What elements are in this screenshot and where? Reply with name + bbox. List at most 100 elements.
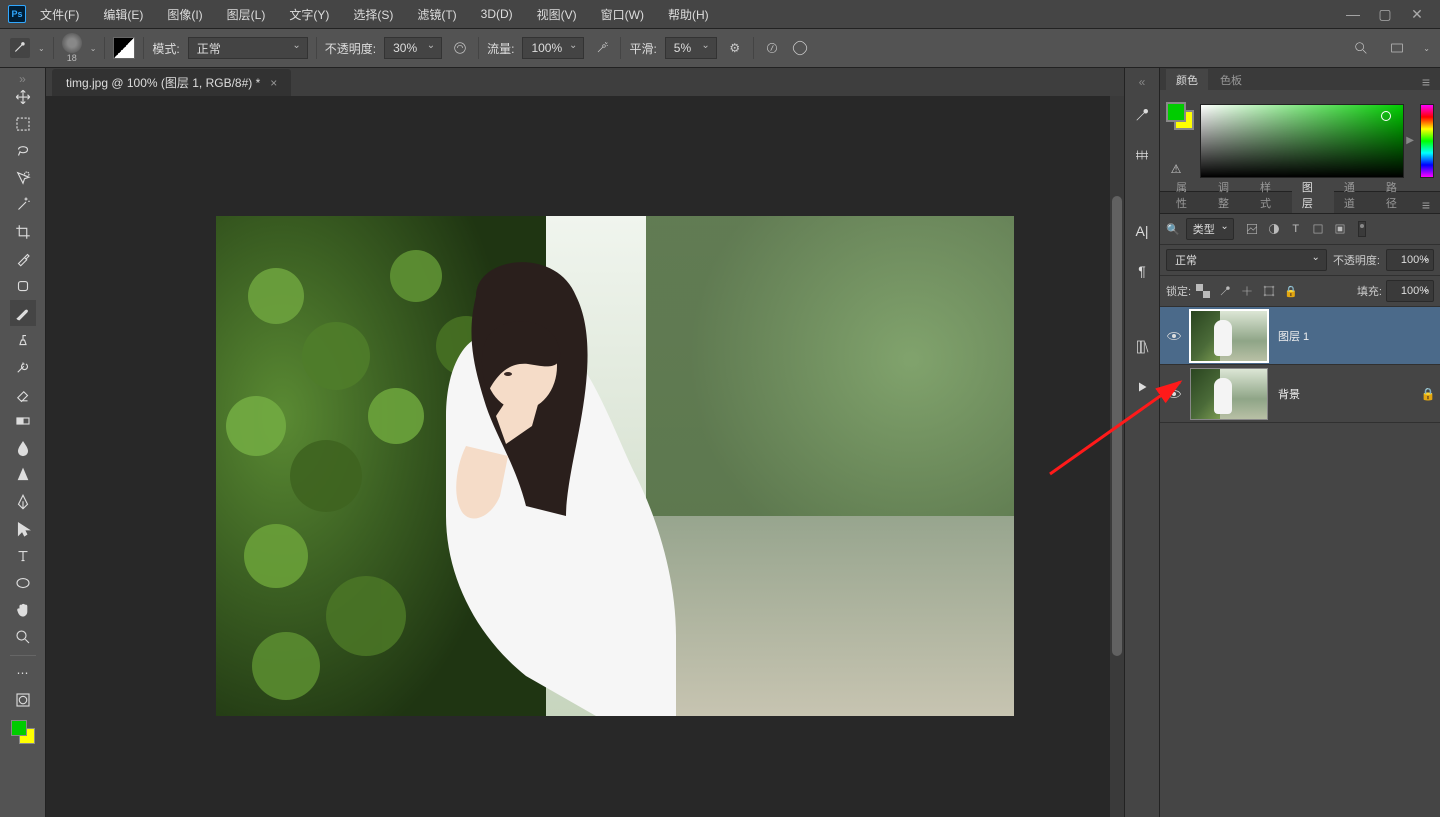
- lock-artboard-icon[interactable]: [1261, 283, 1277, 299]
- menu-filter[interactable]: 滤镜(T): [407, 2, 466, 27]
- blend-mode-select[interactable]: 正常: [188, 37, 308, 59]
- shape-tool[interactable]: [10, 570, 36, 596]
- brush-preview-button[interactable]: 18: [62, 33, 82, 63]
- crop-tool[interactable]: [10, 219, 36, 245]
- screen-mode-caret-icon[interactable]: ⌄: [1423, 44, 1430, 53]
- menu-3d[interactable]: 3D(D): [471, 3, 523, 25]
- panel-fg-swatch[interactable]: [1166, 102, 1186, 122]
- menu-view[interactable]: 视图(V): [527, 2, 587, 27]
- menu-window[interactable]: 窗口(W): [591, 2, 654, 27]
- character-panel-icon[interactable]: A|: [1131, 220, 1153, 242]
- airbrush-icon[interactable]: [592, 38, 612, 58]
- filter-shape-icon[interactable]: [1310, 221, 1326, 237]
- layer-filter-toggle[interactable]: [1358, 221, 1366, 237]
- document-canvas[interactable]: [216, 216, 1014, 716]
- brushes-panel-icon[interactable]: [1131, 144, 1153, 166]
- pressure-size-icon[interactable]: [762, 38, 782, 58]
- fg-bg-color-swatches[interactable]: [11, 720, 35, 744]
- zoom-tool[interactable]: [10, 624, 36, 650]
- gamut-warning-icon[interactable]: ⚠: [1168, 162, 1184, 176]
- layer-name[interactable]: 背景: [1270, 386, 1416, 402]
- panel-strip-handle[interactable]: «: [1125, 78, 1159, 86]
- symmetry-icon[interactable]: [790, 38, 810, 58]
- flow-input[interactable]: 100%: [522, 37, 584, 59]
- menu-edit[interactable]: 编辑(E): [93, 2, 153, 27]
- move-tool[interactable]: [10, 84, 36, 110]
- document-tab-close-icon[interactable]: ×: [270, 76, 277, 90]
- maximize-button[interactable]: ▢: [1378, 7, 1392, 21]
- color-fg-bg-swatches[interactable]: [1166, 102, 1194, 130]
- search-icon[interactable]: [1351, 38, 1371, 58]
- filter-pixel-icon[interactable]: [1244, 221, 1260, 237]
- quick-mask-button[interactable]: [10, 687, 36, 713]
- type-tool[interactable]: [10, 543, 36, 569]
- tab-paths[interactable]: 路径: [1376, 176, 1418, 213]
- healing-tool[interactable]: [10, 273, 36, 299]
- lock-pixels-icon[interactable]: [1217, 283, 1233, 299]
- layer-kind-select[interactable]: 类型: [1186, 218, 1234, 240]
- document-tab[interactable]: timg.jpg @ 100% (图层 1, RGB/8#) * ×: [52, 69, 291, 96]
- lasso-tool[interactable]: [10, 138, 36, 164]
- edit-toolbar-button[interactable]: ⋯: [10, 660, 36, 686]
- layer-row-1[interactable]: 图层 1: [1160, 307, 1440, 365]
- pressure-opacity-icon[interactable]: [450, 38, 470, 58]
- tool-preset-caret-icon[interactable]: ⌄: [38, 44, 45, 53]
- lock-all-icon[interactable]: 🔒: [1283, 283, 1299, 299]
- fg-color-swatch[interactable]: [11, 720, 27, 736]
- layer-name[interactable]: 图层 1: [1270, 328, 1416, 344]
- brush-tool[interactable]: [10, 300, 36, 326]
- clone-stamp-tool[interactable]: [10, 327, 36, 353]
- screen-mode-icon[interactable]: [1387, 38, 1407, 58]
- opacity-input[interactable]: 30%: [384, 37, 442, 59]
- canvas-vertical-scrollbar[interactable]: [1110, 96, 1124, 817]
- layer-thumbnail[interactable]: [1190, 368, 1268, 420]
- minimize-button[interactable]: —: [1346, 7, 1360, 21]
- lock-position-icon[interactable]: [1239, 283, 1255, 299]
- tab-adjustments[interactable]: 调整: [1208, 176, 1250, 213]
- layer-opacity-input[interactable]: 100%: [1386, 249, 1434, 271]
- tab-swatches[interactable]: 色板: [1210, 69, 1252, 90]
- magic-wand-tool[interactable]: [10, 192, 36, 218]
- smoothing-gear-icon[interactable]: ⚙: [725, 38, 745, 58]
- layer-thumbnail[interactable]: [1190, 310, 1268, 362]
- tab-styles[interactable]: 样式: [1250, 176, 1292, 213]
- color-panel-menu-icon[interactable]: ≡: [1418, 74, 1434, 90]
- blur-tool[interactable]: [10, 435, 36, 461]
- close-button[interactable]: ✕: [1410, 7, 1424, 21]
- tab-color[interactable]: 颜色: [1166, 69, 1208, 90]
- layer-row-background[interactable]: 背景 🔒: [1160, 365, 1440, 423]
- layer-fill-input[interactable]: 100%: [1386, 280, 1434, 302]
- menu-help[interactable]: 帮助(H): [658, 2, 719, 27]
- scrollbar-thumb[interactable]: [1112, 196, 1122, 656]
- tab-layers[interactable]: 图层: [1292, 176, 1334, 213]
- tab-channels[interactable]: 通道: [1334, 176, 1376, 213]
- layers-panel-menu-icon[interactable]: ≡: [1418, 197, 1434, 213]
- brush-panel-icon[interactable]: [113, 37, 135, 59]
- menu-layer[interactable]: 图层(L): [217, 2, 276, 27]
- menu-image[interactable]: 图像(I): [157, 2, 212, 27]
- toolbar-handle[interactable]: »: [3, 74, 43, 84]
- layer-blend-mode-select[interactable]: 正常: [1166, 249, 1327, 271]
- dodge-tool[interactable]: [10, 462, 36, 488]
- canvas-viewport[interactable]: [46, 96, 1124, 817]
- marquee-tool[interactable]: [10, 111, 36, 137]
- layer-visibility-toggle[interactable]: [1160, 386, 1188, 402]
- menu-file[interactable]: 文件(F): [30, 2, 89, 27]
- menu-select[interactable]: 选择(S): [343, 2, 403, 27]
- color-picker-marker[interactable]: [1381, 111, 1391, 121]
- eyedropper-tool[interactable]: [10, 246, 36, 272]
- libraries-panel-icon[interactable]: [1131, 336, 1153, 358]
- color-field[interactable]: [1200, 104, 1404, 178]
- eraser-tool[interactable]: [10, 381, 36, 407]
- lock-transparency-icon[interactable]: [1195, 283, 1211, 299]
- smoothing-input[interactable]: 5%: [665, 37, 717, 59]
- filter-text-icon[interactable]: T: [1288, 221, 1304, 237]
- history-brush-tool[interactable]: [10, 354, 36, 380]
- hand-tool[interactable]: [10, 597, 36, 623]
- quick-select-tool[interactable]: [10, 165, 36, 191]
- layer-visibility-toggle[interactable]: [1160, 328, 1188, 344]
- brush-settings-icon[interactable]: [1131, 104, 1153, 126]
- filter-adjust-icon[interactable]: [1266, 221, 1282, 237]
- brush-preset-caret-icon[interactable]: ⌄: [90, 44, 97, 53]
- tool-preset-button[interactable]: [10, 38, 30, 58]
